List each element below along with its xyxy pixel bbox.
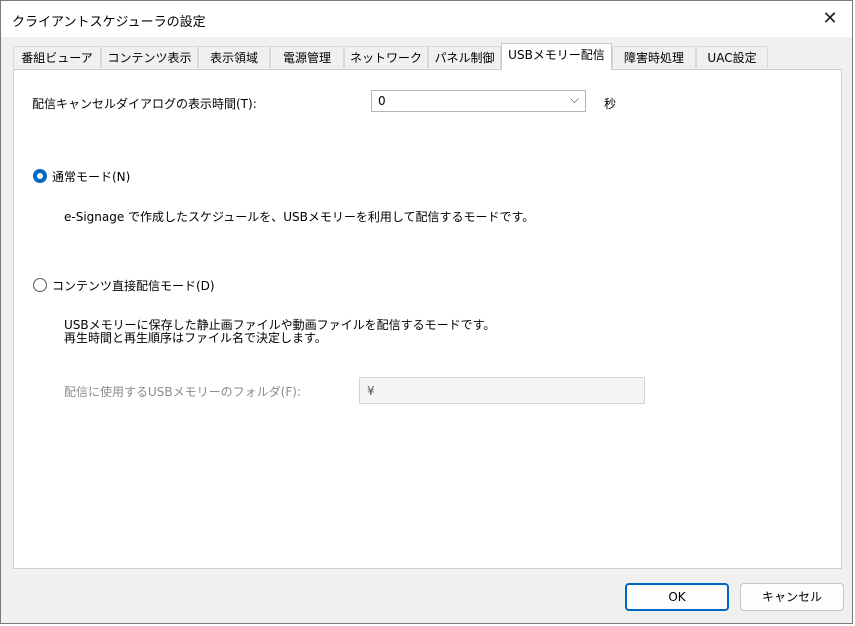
- dialog-time-select[interactable]: 0 ⌵: [371, 90, 586, 112]
- folder-value: ¥: [367, 384, 375, 398]
- tab-uac-settings[interactable]: UAC設定: [696, 46, 768, 68]
- dialog-title: クライアントスケジューラの設定: [12, 15, 206, 30]
- tab-usb-memory-delivery[interactable]: USBメモリー配信: [501, 43, 612, 70]
- tab-display-area[interactable]: 表示領域: [198, 46, 270, 68]
- tab-program-viewer[interactable]: 番組ビューア: [13, 46, 101, 68]
- close-icon[interactable]: ✕: [818, 7, 842, 31]
- dialog-time-label: 配信キャンセルダイアログの表示時間(T):: [32, 97, 257, 111]
- cancel-button[interactable]: キャンセル: [740, 583, 844, 611]
- tab-power-management[interactable]: 電源管理: [270, 46, 344, 68]
- usb-delivery-panel: 配信キャンセルダイアログの表示時間(T): 0 ⌵ 秒 通常モード(N) e-S…: [13, 69, 842, 569]
- settings-dialog: クライアントスケジューラの設定 ✕ 番組ビューア コンテンツ表示 表示領域 電源…: [0, 0, 853, 624]
- normal-mode-label[interactable]: 通常モード(N): [52, 168, 130, 185]
- tab-network[interactable]: ネットワーク: [344, 46, 428, 68]
- folder-input[interactable]: ¥: [359, 377, 645, 404]
- folder-label: 配信に使用するUSBメモリーのフォルダ(F):: [64, 385, 301, 399]
- dialog-time-unit: 秒: [604, 97, 617, 111]
- title-bar: クライアントスケジューラの設定 ✕: [1, 1, 852, 37]
- tab-failure-handling[interactable]: 障害時処理: [612, 46, 696, 68]
- ok-button[interactable]: OK: [625, 583, 729, 611]
- normal-mode-radio[interactable]: [33, 169, 47, 183]
- direct-mode-description-2: 再生時間と再生順序はファイル名で決定します。: [64, 331, 327, 345]
- tab-panel-control[interactable]: パネル制御: [428, 46, 501, 68]
- dialog-time-value: 0: [378, 94, 386, 108]
- tab-content-display[interactable]: コンテンツ表示: [101, 46, 198, 68]
- normal-mode-description: e-Signage で作成したスケジュールを、USBメモリーを利用して配信するモ…: [64, 210, 535, 224]
- tab-strip: 番組ビューア コンテンツ表示 表示領域 電源管理 ネットワーク パネル制御 US…: [13, 43, 843, 70]
- chevron-down-icon: ⌵: [569, 92, 579, 106]
- direct-mode-label[interactable]: コンテンツ直接配信モード(D): [52, 277, 215, 294]
- direct-mode-radio[interactable]: [33, 278, 47, 292]
